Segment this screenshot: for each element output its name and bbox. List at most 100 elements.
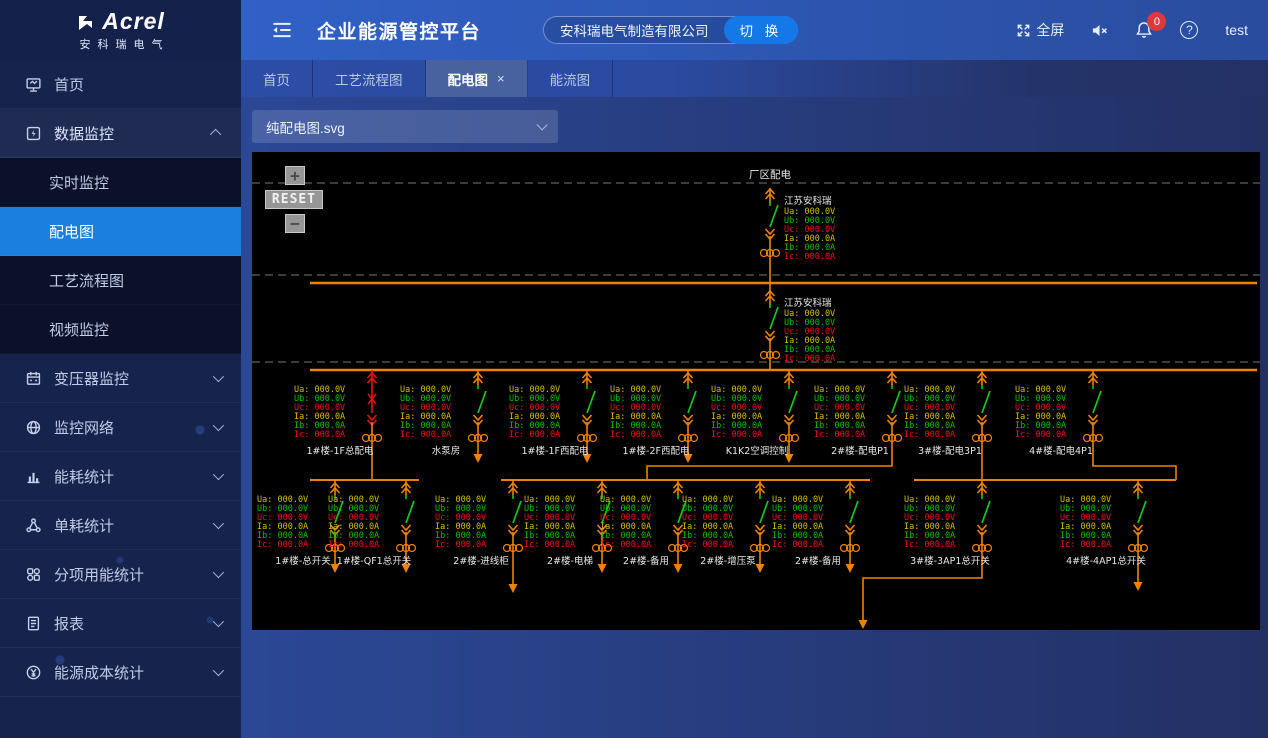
tab-distribution-diagram[interactable]: 配电图 × <box>426 60 528 97</box>
company-name: 安科瑞电气制造有限公司 <box>560 20 725 40</box>
measurement-row: Ic: 000.0A <box>1060 540 1111 550</box>
tab-energy-flow[interactable]: 能流图 <box>528 60 614 97</box>
brand-logo: Acrel 安科瑞电气 <box>0 0 241 60</box>
feeder-label: 3#楼-3AP1总开关 <box>910 555 990 567</box>
sidebar-subitem-distribution-diagram[interactable]: 配电图 <box>0 207 241 256</box>
sidebar: Acrel 安科瑞电气 首页数据监控实时监控配电图工艺流程图视频监控变压器监控监… <box>0 0 241 738</box>
report-icon <box>24 614 42 632</box>
mid-feeder: Ua: 000.0VUb: 000.0VUc: 000.0VIa: 000.0A… <box>610 370 698 463</box>
sidebar-item-subitem-energy[interactable]: 分项用能统计 <box>0 550 241 599</box>
zoom-in-button[interactable]: + <box>285 166 305 185</box>
bottom-feeder: Ua: 000.0VUb: 000.0VUc: 000.0VIa: 000.0A… <box>859 480 992 629</box>
tab-label: 配电图 <box>448 69 489 89</box>
brand-name: Acrel <box>102 8 165 35</box>
measurement-row: Ic: 000.0A <box>328 540 379 550</box>
sidebar-subitem-label: 配电图 <box>49 221 94 242</box>
bottom-feeder: Ua: 000.0VUb: 000.0VUc: 000.0VIa: 000.0A… <box>1060 480 1148 591</box>
fullscreen-button[interactable]: 全屏 <box>1016 20 1064 40</box>
feeder-label: K1K2空调控制 <box>726 445 789 457</box>
feeder-label: 3#楼-配电3P1 <box>918 445 982 457</box>
mid-feeder: Ua: 000.0VUb: 000.0VUc: 000.0VIa: 000.0A… <box>647 370 902 480</box>
sidebar-item-unit-consumption[interactable]: 单耗统计 <box>0 501 241 550</box>
measurement-row: Ic: 000.0A <box>400 430 451 440</box>
notifications-button[interactable]: 0 <box>1135 21 1153 39</box>
app-window: Acrel 安科瑞电气 首页数据监控实时监控配电图工艺流程图视频监控变压器监控监… <box>0 0 1268 738</box>
sidebar-item-label: 能源成本统计 <box>54 662 144 683</box>
subitem-energy-icon <box>24 565 42 583</box>
cost-stats-icon <box>24 663 42 681</box>
sidebar-item-energy-stats[interactable]: 能耗统计 <box>0 452 241 501</box>
feeder-label: 2#楼-增压泵 <box>700 555 756 567</box>
sidebar-subitem-realtime-monitor[interactable]: 实时监控 <box>0 158 241 207</box>
help-button[interactable]: ? <box>1180 21 1198 39</box>
chevron-down-icon <box>213 371 224 382</box>
main-area: 企业能源管控平台 安科瑞电气制造有限公司 切 换 全屏 <box>241 0 1268 738</box>
measurement-row: Ic: 000.0A <box>257 540 308 550</box>
measurement-row: Ic: 000.0A <box>784 252 835 262</box>
sidebar-item-energy-cost[interactable]: 能源成本统计 <box>0 648 241 697</box>
sidebar-item-label: 数据监控 <box>54 123 114 144</box>
user-menu[interactable]: test <box>1225 22 1248 38</box>
tab-close-icon[interactable]: × <box>497 71 505 86</box>
incomer-2: 江苏安科瑞Ua: 000.0VUb: 000.0VUc: 000.0VIa: 0… <box>761 283 836 370</box>
feeder-label: 1#楼-QF1总开关 <box>337 555 412 567</box>
measurement-row: Ic: 000.0A <box>682 540 733 550</box>
bottom-feeder: Ua: 000.0VUb: 000.0VUc: 000.0VIa: 000.0A… <box>772 480 860 573</box>
sidebar-subitem-video-monitor[interactable]: 视频监控 <box>0 305 241 354</box>
sidebar-subitem-label: 工艺流程图 <box>49 270 124 291</box>
measurement-row: Ic: 000.0A <box>1015 430 1066 440</box>
chevron-down-icon <box>213 616 224 627</box>
fullscreen-label: 全屏 <box>1036 20 1064 40</box>
sidebar-item-label: 单耗统计 <box>54 515 114 536</box>
tab-process-flow[interactable]: 工艺流程图 <box>313 60 426 97</box>
sidebar-item-label: 监控网络 <box>54 417 114 438</box>
mid-feeder: Ua: 000.0VUb: 000.0VUc: 000.0VIa: 000.0A… <box>711 370 799 463</box>
feeder-label: 4#楼-配电4P1 <box>1029 445 1093 457</box>
sidebar-item-data-monitor[interactable]: 数据监控 <box>0 109 241 158</box>
sidebar-item-label: 首页 <box>54 74 84 95</box>
single-line-diagram: 厂区配电江苏安科瑞Ua: 000.0VUb: 000.0VUc: 000.0VI… <box>252 152 1260 630</box>
mute-button[interactable] <box>1091 22 1108 39</box>
scada-canvas[interactable]: + RESET − 厂区配电江苏安科瑞Ua: 000.0VUb: 000.0VU… <box>252 152 1260 630</box>
mid-feeder: Ua: 000.0VUb: 000.0VUc: 000.0VIa: 000.0A… <box>904 370 992 480</box>
chevron-down-icon <box>213 469 224 480</box>
company-selector[interactable]: 安科瑞电气制造有限公司 切 换 <box>543 16 798 44</box>
measurement-row: Ic: 000.0A <box>509 430 560 440</box>
zoom-reset-button[interactable]: RESET <box>265 190 323 209</box>
fullscreen-icon <box>1016 23 1031 38</box>
help-icon: ? <box>1180 21 1198 39</box>
feeder-label: 水泵房 <box>432 445 461 457</box>
sidebar-subitem-process-flow[interactable]: 工艺流程图 <box>0 256 241 305</box>
incomer-label: 江苏安科瑞 <box>784 195 832 207</box>
mid-feeder: Ua: 000.0VUb: 000.0VUc: 000.0VIa: 000.0A… <box>400 370 488 463</box>
switch-company-button[interactable]: 切 换 <box>724 16 799 44</box>
measurement-row: Ic: 000.0A <box>294 430 345 440</box>
sidebar-item-label: 变压器监控 <box>54 368 129 389</box>
diagram-file-select[interactable]: 纯配电图.svg <box>252 110 558 143</box>
tab-home[interactable]: 首页 <box>241 60 313 97</box>
sidebar-item-reports[interactable]: 报表 <box>0 599 241 648</box>
zoom-out-button[interactable]: − <box>285 214 305 233</box>
sidebar-item-label: 分项用能统计 <box>54 564 144 585</box>
measurement-row: Ic: 000.0A <box>784 354 835 364</box>
chevron-down-icon <box>213 567 224 578</box>
chevron-up-icon <box>210 129 221 140</box>
chevron-down-icon <box>213 420 224 431</box>
sidebar-item-home[interactable]: 首页 <box>0 60 241 109</box>
measurement-row: Ic: 000.0A <box>904 540 955 550</box>
bottom-feeder: Ua: 000.0VUb: 000.0VUc: 000.0VIa: 000.0A… <box>600 480 688 573</box>
brand-subtitle: 安科瑞电气 <box>80 36 170 52</box>
incomer-1: 江苏安科瑞Ua: 000.0VUb: 000.0VUc: 000.0VIa: 0… <box>761 188 836 283</box>
sidebar-item-transformer-monitor[interactable]: 变压器监控 <box>0 354 241 403</box>
sidebar-item-monitor-network[interactable]: 监控网络 <box>0 403 241 452</box>
data-monitor-icon <box>24 124 42 142</box>
chevron-down-icon <box>213 518 224 529</box>
bottom-feeder: Ua: 000.0VUb: 000.0VUc: 000.0VIa: 000.0A… <box>435 480 523 593</box>
app-title: 企业能源管控平台 <box>317 17 481 44</box>
menu-fold-icon[interactable] <box>271 19 293 41</box>
header-actions: 全屏 0 ? test <box>1016 20 1248 40</box>
measurement-row: Ic: 000.0A <box>904 430 955 440</box>
measurement-row: Ic: 000.0A <box>814 430 865 440</box>
energy-stats-icon <box>24 467 42 485</box>
sidebar-item-label: 能耗统计 <box>54 466 114 487</box>
